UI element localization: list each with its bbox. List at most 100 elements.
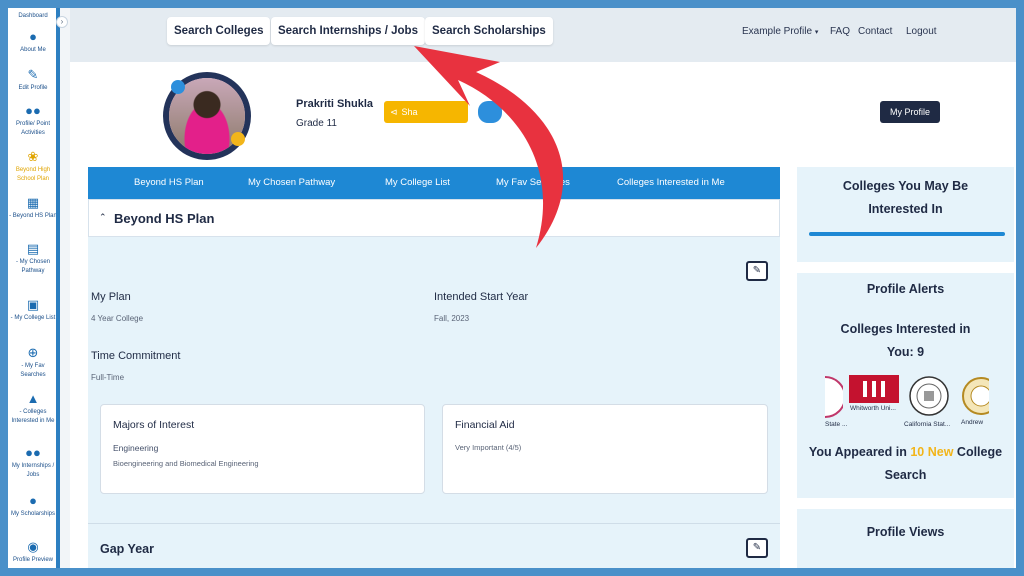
plan-tabs: Beyond HS Plan My Chosen Pathway My Coll… [88,167,780,199]
feather-icon: ❀ [27,149,39,164]
andrews-seal-logo[interactable] [961,375,989,419]
profile-name: Prakriti Shukla [296,98,374,110]
sidebar-item-label: - My Chosen Pathway [15,259,50,274]
sidebar-item-label: - My College List [10,315,56,321]
tab-college-list[interactable]: My College List [385,167,450,199]
top-bar: Search Colleges Search Internships / Job… [70,8,1016,62]
appeared-prefix: You Appeared in [808,445,907,459]
financial-aid-value: Very Important (4/5) [455,443,522,452]
share-secondary-button[interactable] [478,101,502,123]
chevron-up-icon: ⌃ [99,212,107,222]
majors-card: Majors of Interest Engineering Bioengine… [100,404,425,494]
colleges-may-be-interested-panel: Colleges You May Be Interested In [797,167,1014,262]
appeared-in-search-line2[interactable]: Search [797,464,1014,487]
majors-title: Majors of Interest [113,419,195,431]
colleges-interested-line1[interactable]: Colleges Interested in [797,318,1014,341]
my-plan-label: My Plan [91,291,131,303]
edit-gap-year-button[interactable]: ✎ [746,538,768,558]
faq-link[interactable]: FAQ [830,26,850,37]
my-plan-value: 4 Year College [91,314,144,323]
tab-beyond-hs-plan[interactable]: Beyond HS Plan [134,167,204,199]
pencil-icon: ✎ [752,265,762,276]
time-commitment-label: Time Commitment [91,350,181,362]
users-icon: ●● [25,445,41,460]
search-internships-button[interactable]: Search Internships / Jobs [271,17,425,45]
edit-plan-button[interactable]: ✎ [746,261,768,281]
sidebar-item-point-activities[interactable]: ●● Profile/ Point Activities [8,103,56,138]
edit-icon: ✎ [27,67,39,82]
california-state-seal-logo[interactable] [905,375,953,419]
example-profile-label: Example Profile [742,26,813,37]
share-button[interactable]: ⊲ Sha [384,101,468,123]
profile-views-title: Profile Views [866,525,945,539]
sidebar: Dashboard ● About Me ✎ Edit Profile ●● P… [8,8,60,568]
sidebar-item-edit-profile[interactable]: ✎ Edit Profile [8,67,56,93]
building-icon: ▣ [26,297,40,312]
start-year-label: Intended Start Year [434,291,529,303]
colleges-interested-line2[interactable]: You: 9 [797,341,1014,364]
sidebar-item-profile-preview[interactable]: ◉ Profile Preview [8,539,56,565]
users-icon: ●● [25,103,41,118]
whitworth-logo[interactable] [849,375,899,403]
logo-caption: Andrew [961,419,984,426]
sidebar-item-about-me[interactable]: ● About Me [8,29,56,55]
gap-year-section: Gap Year ✎ [88,523,780,568]
sidebar-item-colleges-interested[interactable]: ▲ - Colleges Interested in Me [8,391,56,426]
sidebar-item-fav-searches[interactable]: ⊕ - My Fav Searches [8,345,56,380]
sidebar-item-internships-jobs[interactable]: ●● My Internships / Jobs [8,445,56,480]
beyond-hs-plan-header[interactable]: ⌃ Beyond HS Plan [88,199,780,237]
sidebar-item-scholarships[interactable]: ● My Scholarships [8,493,56,519]
financial-aid-title: Financial Aid [455,419,515,431]
logo-caption: Whitworth Uni... [850,405,896,412]
sidebar-item-label: - Beyond HS Plan [9,213,57,219]
profile-grade: Grade 11 [296,118,337,129]
my-profile-button[interactable]: My Profile [880,101,940,123]
sidebar-item-label: Profile/ Point Activities [15,121,51,136]
appeared-in-search-line1[interactable]: You Appeared in 10 New College [797,441,1014,464]
sidebar-item-label: - My Fav Searches [20,363,46,378]
financial-aid-card: Financial Aid Very Important (4/5) [442,404,768,494]
tab-chosen-pathway[interactable]: My Chosen Pathway [248,167,335,199]
user-icon: ● [29,493,37,508]
user-icon: ● [29,29,37,44]
share-icon: ⊲ [390,107,398,117]
app-frame: Dashboard ● About Me ✎ Edit Profile ●● P… [8,8,1016,568]
example-profile-dropdown[interactable]: Example Profile ▾ [742,26,818,37]
map-icon: ▤ [26,241,40,256]
caret-down-icon: ▾ [814,29,819,36]
contact-link[interactable]: Contact [858,26,892,37]
sidebar-item-label: My Internships / Jobs [11,463,55,478]
search-colleges-button[interactable]: Search Colleges [167,17,271,45]
profile-views-panel: Profile Views [797,509,1014,568]
search-scholarships-button[interactable]: Search Scholarships [425,17,553,45]
sidebar-item-label: Beyond High School Plan [15,167,51,182]
appeared-suffix: College [956,445,1003,459]
profile-alerts-title: Profile Alerts [866,282,945,296]
college-seal-logo[interactable] [825,375,843,419]
logout-link[interactable]: Logout [906,26,937,37]
sidebar-item-label: - Colleges Interested in Me [11,409,55,424]
logo-caption: California Stat... [904,421,951,428]
share-label: Sha [401,107,418,117]
section-title: Beyond HS Plan [114,211,215,226]
sidebar-item-college-list[interactable]: ▣ - My College List [8,297,56,323]
gap-year-title: Gap Year [100,542,154,556]
time-commitment-value: Full-Time [91,373,125,382]
sidebar-item-beyond-high-school[interactable]: ❀ Beyond High School Plan [8,149,56,184]
college-logos-row: State ... Whitworth Uni... California St… [825,375,989,428]
logo-caption: State ... [825,421,848,428]
start-year-value: Fall, 2023 [434,314,470,323]
document-icon: ▦ [26,195,40,210]
eye-icon: ◉ [27,539,39,554]
avatar-badge-blue [171,80,185,94]
tab-fav-searches[interactable]: My Fav Searches [496,167,570,199]
search-plus-icon: ⊕ [27,345,39,360]
sidebar-item-chosen-pathway[interactable]: ▤ - My Chosen Pathway [8,241,56,276]
sidebar-item-dashboard[interactable]: Dashboard [8,12,56,21]
majors-detail: Bioengineering and Biomedical Engineerin… [113,459,259,468]
tab-colleges-interested[interactable]: Colleges Interested in Me [617,167,725,199]
sidebar-item-beyond-hs-plan[interactable]: ▦ - Beyond HS Plan [8,195,57,221]
sidebar-toggle-button[interactable]: › [56,16,68,28]
sidebar-item-label: About Me [20,47,46,53]
graduation-cap-icon: ▲ [26,391,40,406]
